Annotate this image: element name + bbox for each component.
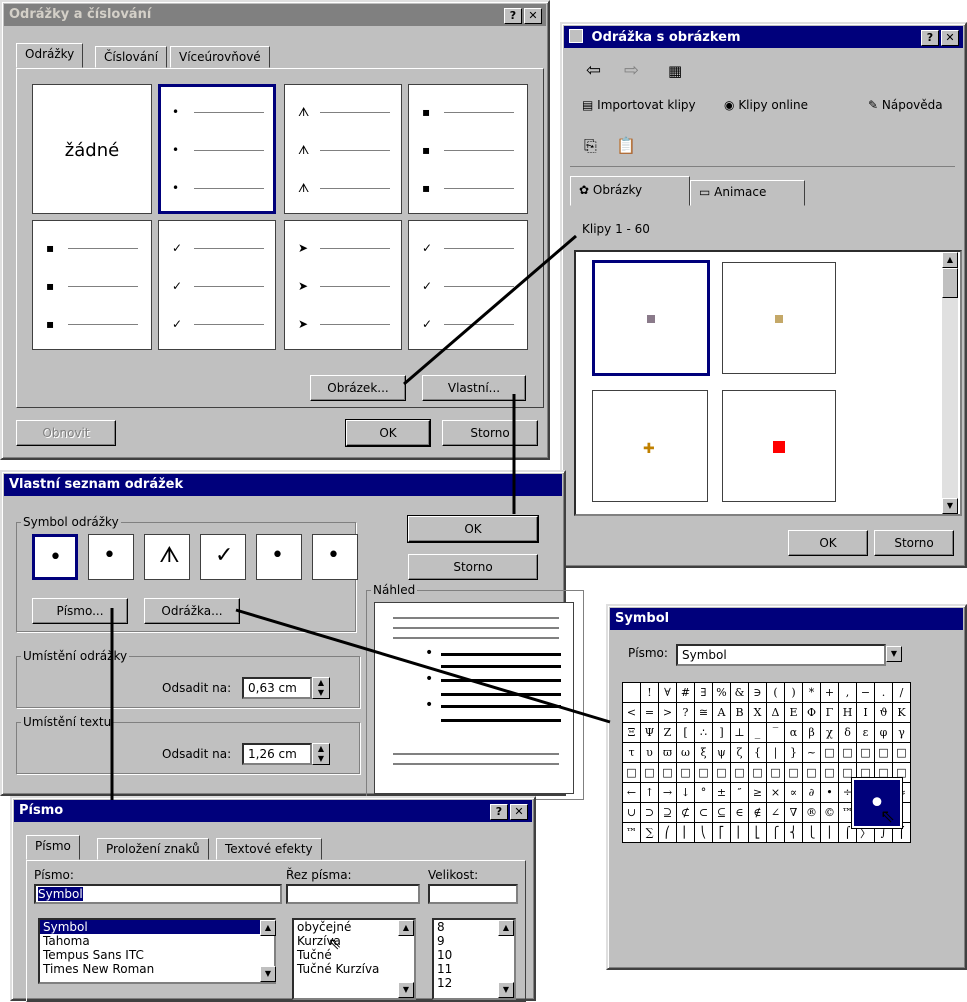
callout-line-symbol xyxy=(235,608,611,724)
callout-line-picture xyxy=(403,234,577,386)
pictures-icon: ✿ xyxy=(579,183,590,197)
tab-bullets-label: Odrážky xyxy=(25,47,75,61)
tab-font-label: Písmo xyxy=(35,839,71,853)
tab-pictures-label: Obrázky xyxy=(592,183,643,197)
tab-font[interactable]: Písmo xyxy=(26,835,80,860)
tab-pictures[interactable]: ✿ Obrázky xyxy=(570,176,690,206)
callout-lines xyxy=(110,234,611,800)
tab-bullets[interactable]: Odrážky xyxy=(16,43,84,68)
